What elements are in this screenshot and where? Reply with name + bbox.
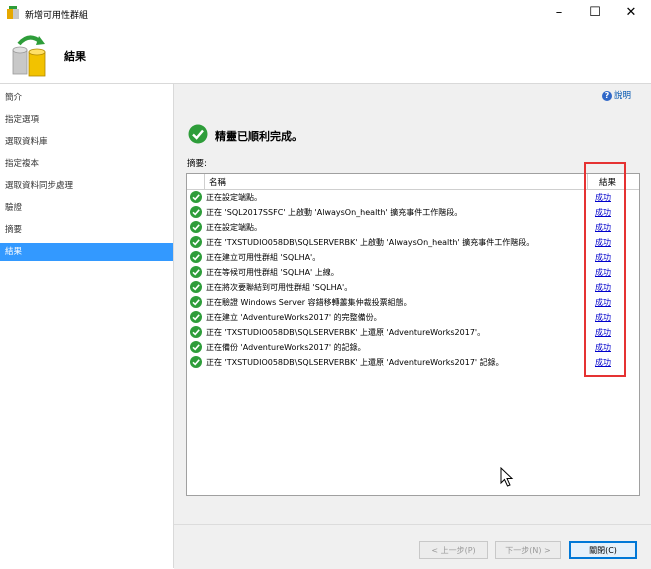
sidebar-item-select-databases[interactable]: 選取資料庫: [0, 133, 173, 151]
summary-label: 摘要:: [187, 159, 207, 169]
table-row: 正在設定端點。 成功: [187, 190, 639, 205]
table-header: 名稱 結果: [187, 174, 639, 190]
result-highlight-box: [584, 162, 626, 377]
row-name: 正在建立 'AdventureWorks2017' 的完整備份。: [206, 313, 382, 322]
sidebar-item-specify-replicas[interactable]: 指定複本: [0, 155, 173, 173]
page-title: 結果: [64, 50, 86, 63]
table-row: 正在設定端點。 成功: [187, 220, 639, 235]
wizard-steps-sidebar: 簡介 指定選項 選取資料庫 指定複本 選取資料同步處理 驗證 摘要 結果: [0, 84, 174, 568]
close-button[interactable]: 關閉(C): [569, 541, 637, 559]
help-link[interactable]: ? 說明: [601, 89, 631, 101]
close-window-button[interactable]: ✕: [613, 0, 649, 28]
success-check-icon: [190, 296, 202, 308]
availability-group-icon: [12, 35, 46, 77]
sidebar-item-specify-options[interactable]: 指定選項: [0, 111, 173, 129]
success-check-icon: [190, 191, 202, 203]
table-row: 正在建立 'AdventureWorks2017' 的完整備份。 成功: [187, 310, 639, 325]
success-check-icon: [190, 206, 202, 218]
row-name: 正在等候可用性群組 'SQLHA' 上線。: [206, 268, 339, 277]
table-row: 正在建立可用性群組 'SQLHA'。 成功: [187, 250, 639, 265]
success-check-icon: [190, 356, 202, 368]
success-check-icon: [190, 221, 202, 233]
row-name: 正在 'TXSTUDIO058DB\SQLSERVERBK' 上啟動 'Alwa…: [206, 238, 535, 247]
table-row: 正在 'TXSTUDIO058DB\SQLSERVERBK' 上還原 'Adve…: [187, 355, 639, 370]
success-check-icon: [188, 124, 208, 144]
mouse-cursor-icon: [500, 467, 514, 487]
row-name: 正在驗證 Windows Server 容錯移轉叢集仲裁投票組態。: [206, 298, 412, 307]
success-check-icon: [190, 266, 202, 278]
sidebar-item-summary[interactable]: 摘要: [0, 221, 173, 239]
success-message: 精靈已順利完成。: [215, 130, 303, 143]
button-bar: < 上一步(P) 下一步(N) > 關閉(C): [174, 524, 651, 569]
window-title: 新增可用性群組: [25, 11, 89, 21]
column-divider: [204, 174, 205, 189]
table-row: 正在備份 'AdventureWorks2017' 的記錄。 成功: [187, 340, 639, 355]
main-panel: ? 說明 精靈已順利完成。 摘要: 名稱 結果 正在設定端點。 成功正在 'SQL2…: [174, 84, 651, 568]
table-row: 正在 'TXSTUDIO058DB\SQLSERVERBK' 上還原 'Adve…: [187, 325, 639, 340]
sidebar-item-intro[interactable]: 簡介: [0, 89, 173, 107]
column-header-name[interactable]: 名稱: [209, 176, 226, 188]
row-name: 正在設定端點。: [206, 223, 262, 232]
row-name: 正在建立可用性群組 'SQLHA'。: [206, 253, 321, 262]
results-table: 名稱 結果 正在設定端點。 成功正在 'SQL2017SSFC' 上啟動 'Alw…: [186, 173, 640, 496]
table-row: 正在 'TXSTUDIO058DB\SQLSERVERBK' 上啟動 'Alwa…: [187, 235, 639, 250]
success-check-icon: [190, 326, 202, 338]
maximize-button[interactable]: ☐: [577, 0, 613, 28]
table-row: 正在驗證 Windows Server 容錯移轉叢集仲裁投票組態。 成功: [187, 295, 639, 310]
help-label: 說明: [613, 91, 631, 101]
success-check-icon: [190, 341, 202, 353]
success-check-icon: [190, 251, 202, 263]
sidebar-item-data-sync[interactable]: 選取資料同步處理: [0, 177, 173, 195]
row-name: 正在 'TXSTUDIO058DB\SQLSERVERBK' 上還原 'Adve…: [206, 358, 504, 367]
next-button[interactable]: 下一步(N) >: [495, 541, 561, 559]
help-icon: ?: [601, 90, 612, 101]
success-check-icon: [190, 236, 202, 248]
row-name: 正在 'TXSTUDIO058DB\SQLSERVERBK' 上還原 'Adve…: [206, 328, 486, 337]
row-name: 正在將次要聯結到可用性群組 'SQLHA'。: [206, 283, 353, 292]
prev-button[interactable]: < 上一步(P): [419, 541, 488, 559]
table-row: 正在 'SQL2017SSFC' 上啟動 'AlwaysOn_health' 擴…: [187, 205, 639, 220]
minimize-button[interactable]: –: [541, 0, 577, 28]
row-name: 正在備份 'AdventureWorks2017' 的記錄。: [206, 343, 366, 352]
sidebar-item-results[interactable]: 結果: [0, 243, 173, 261]
sidebar-item-validation[interactable]: 驗證: [0, 199, 173, 217]
title-bar: 新增可用性群組 – ☐ ✕: [0, 0, 651, 28]
row-name: 正在 'SQL2017SSFC' 上啟動 'AlwaysOn_health' 擴…: [206, 208, 463, 217]
table-row: 正在等候可用性群組 'SQLHA' 上線。 成功: [187, 265, 639, 280]
database-icon: [7, 6, 19, 19]
success-check-icon: [190, 281, 202, 293]
table-row: 正在將次要聯結到可用性群組 'SQLHA'。 成功: [187, 280, 639, 295]
page-header: 結果: [0, 28, 651, 84]
row-name: 正在設定端點。: [206, 193, 262, 202]
success-check-icon: [190, 311, 202, 323]
